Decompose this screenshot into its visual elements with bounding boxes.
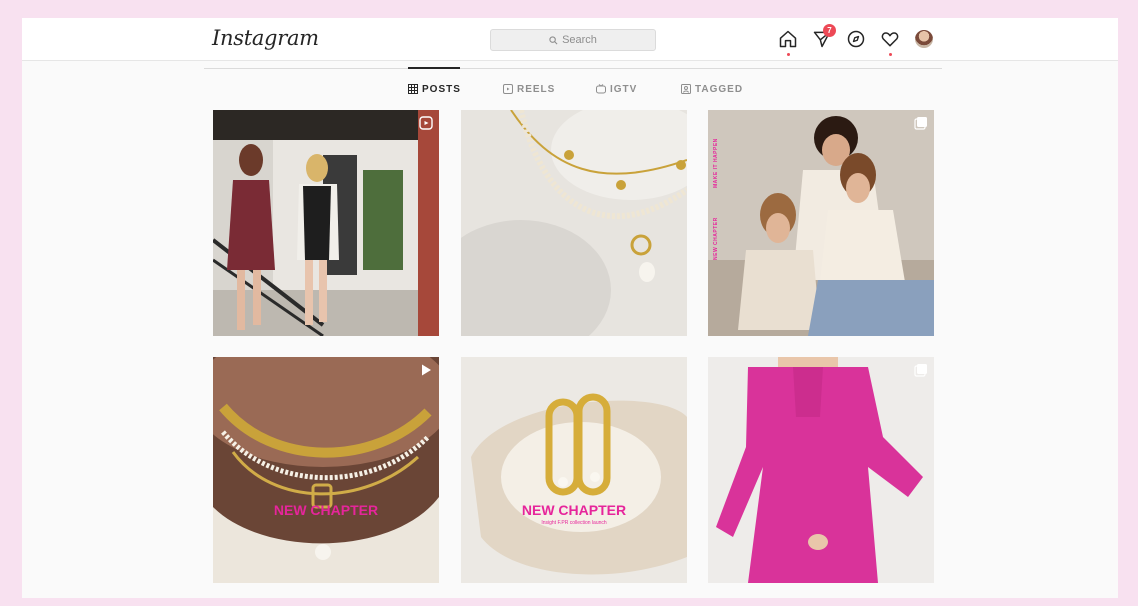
post-4-overlay-title: NEW CHAPTER [273, 502, 379, 518]
carousel-icon [914, 117, 927, 130]
post-tile-4[interactable]: NEW CHAPTER [213, 357, 439, 583]
post-tile-1[interactable] [213, 110, 439, 336]
activity-dot [889, 53, 892, 56]
tab-tagged-label: TAGGED [695, 83, 744, 95]
nav-activity[interactable] [880, 29, 902, 56]
post-tile-2[interactable] [461, 110, 687, 336]
active-tab-indicator [408, 67, 460, 69]
nav-explore[interactable] [846, 29, 868, 51]
tab-tagged[interactable]: TAGGED [681, 82, 743, 96]
search-placeholder: Search [562, 34, 597, 46]
side-text-1: MAKE IT HAPPEN [713, 138, 719, 188]
tab-reels[interactable]: REELS [503, 82, 555, 96]
post-tile-3[interactable]: MAKE IT HAPPEN NEW CHAPTER [708, 110, 934, 336]
post-image-layered-chains [213, 357, 439, 583]
direct-badge: 7 [823, 24, 836, 37]
post-image-pink-dress [708, 357, 934, 583]
instagram-window: Instagram Search 7 POSTS REELS IGTV TAGG… [22, 18, 1118, 598]
post-image-street-fashion [213, 110, 439, 336]
nav-direct[interactable]: 7 [812, 24, 836, 51]
reels-icon [503, 84, 513, 94]
explore-compass-icon [847, 30, 865, 48]
post-5-overlay-title: NEW CHAPTER [521, 502, 627, 518]
search-input[interactable]: Search [490, 29, 656, 51]
home-icon [779, 30, 797, 48]
grid-icon [408, 84, 418, 94]
tabs-divider [204, 68, 942, 69]
post-5-overlay-sub: Insight F.PR collection launch [541, 520, 607, 526]
post-tile-6[interactable] [708, 357, 934, 583]
top-navigation-bar: Instagram Search 7 [22, 18, 1118, 61]
nav-home[interactable] [778, 29, 800, 56]
search-icon [549, 35, 558, 44]
post-image-gold-earrings-shell [461, 357, 687, 583]
home-active-dot [787, 53, 790, 56]
side-text-2: NEW CHAPTER [713, 217, 719, 260]
igtv-icon [596, 84, 606, 94]
profile-avatar[interactable] [915, 30, 933, 48]
tab-reels-label: REELS [517, 83, 556, 95]
instagram-logo[interactable]: Instagram [212, 26, 319, 50]
tab-igtv-label: IGTV [610, 83, 638, 95]
activity-heart-icon [881, 32, 899, 47]
tab-posts-label: POSTS [422, 83, 461, 95]
post-tile-5[interactable]: NEW CHAPTER Insight F.PR collection laun… [461, 357, 687, 583]
reel-icon [419, 116, 433, 130]
carousel-icon [914, 364, 927, 377]
tab-igtv[interactable]: IGTV [596, 82, 637, 96]
play-icon [422, 364, 431, 376]
post-image-three-models [708, 110, 934, 336]
tagged-icon [681, 84, 691, 94]
post-image-gold-necklaces [461, 110, 687, 336]
tab-posts[interactable]: POSTS [408, 82, 461, 96]
